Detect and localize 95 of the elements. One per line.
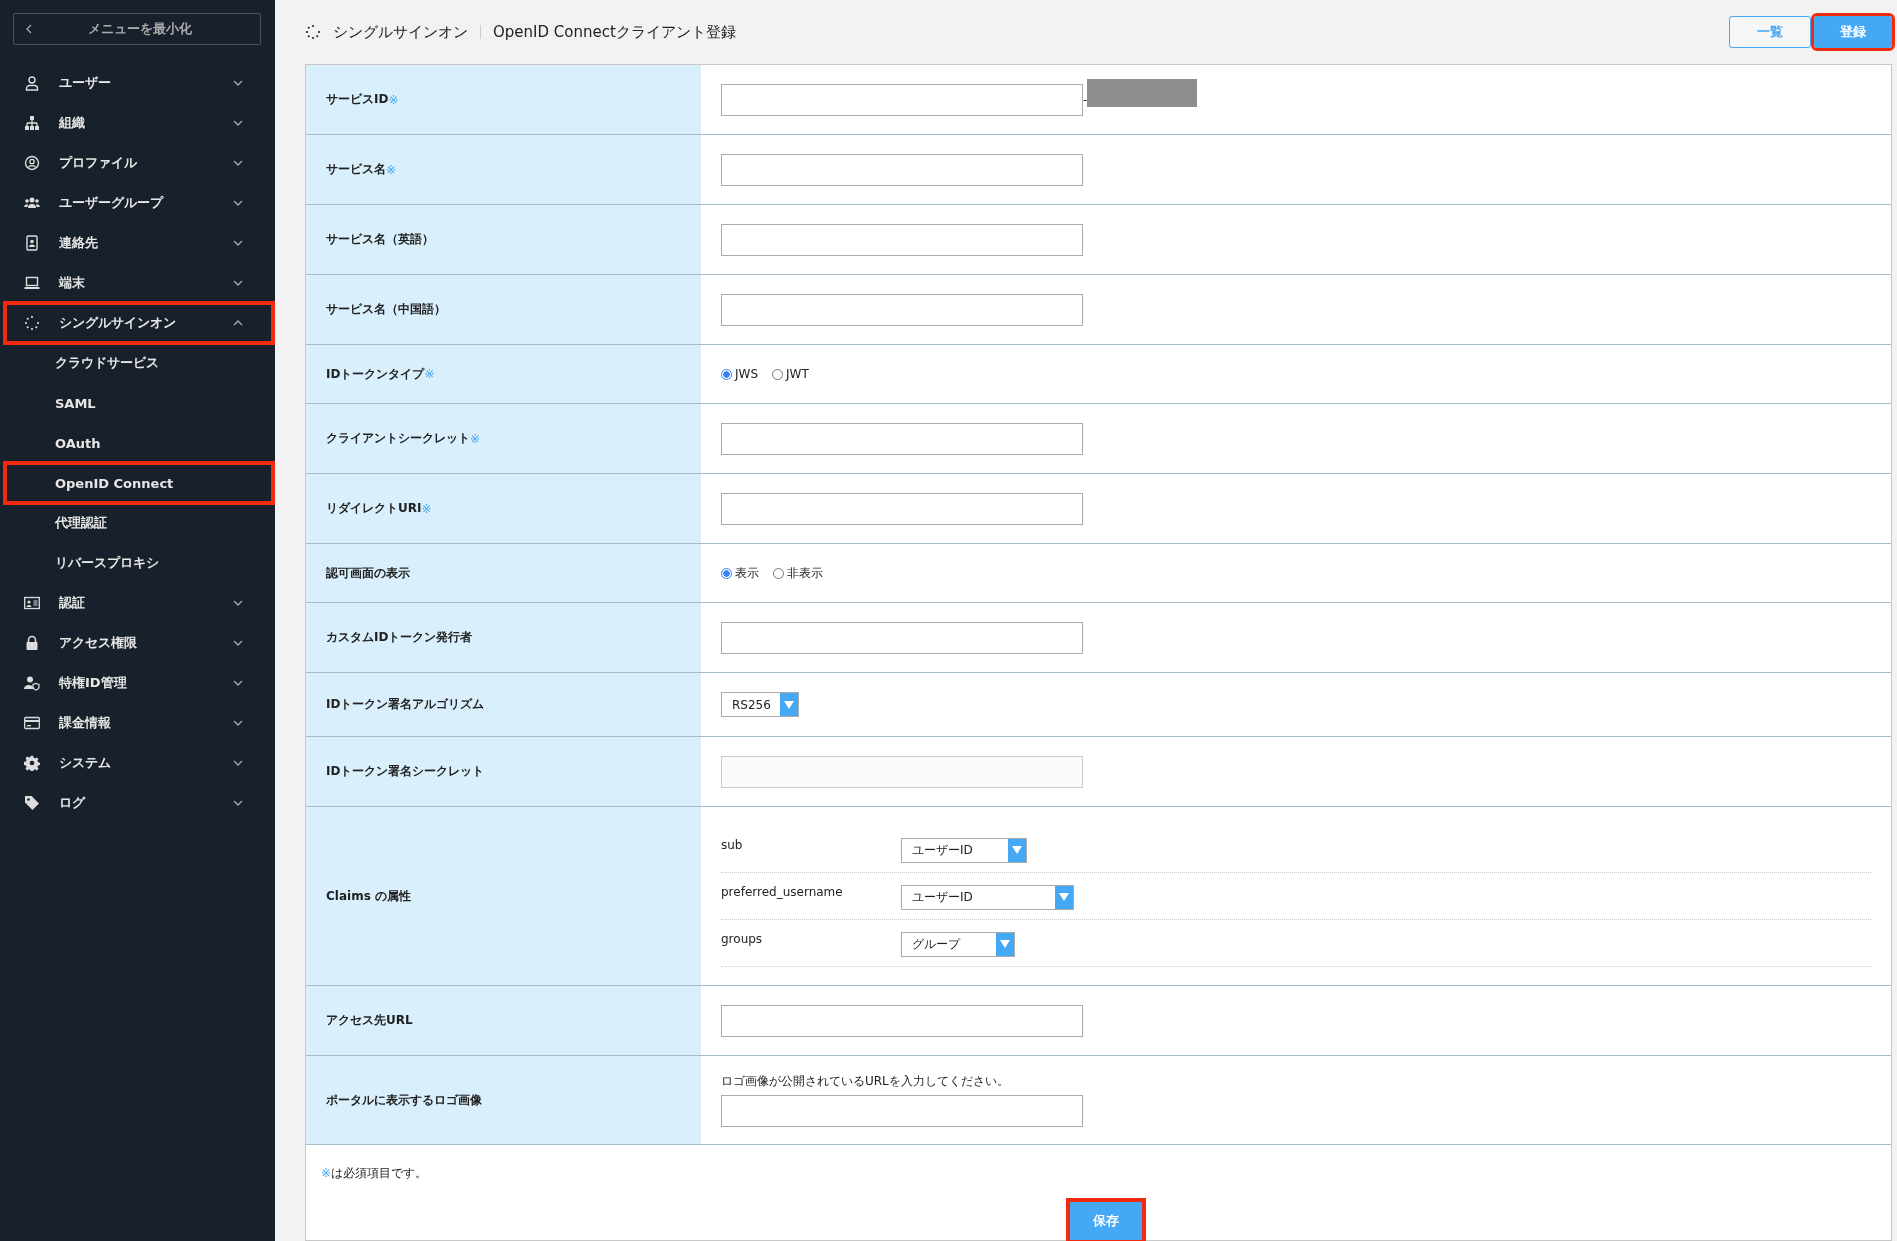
input-field[interactable]: [721, 153, 1083, 186]
field-label: サービス名（英語）: [306, 205, 701, 274]
chevron-left-icon: [26, 24, 32, 34]
input-field[interactable]: [721, 223, 1083, 256]
laptop-icon: [24, 275, 40, 291]
input-field[interactable]: [721, 293, 1083, 326]
user-icon: [24, 75, 40, 91]
chevron-down-icon: [233, 600, 243, 606]
field-label: IDトークン署名アルゴリズム: [306, 673, 701, 736]
chevron-down-icon: [233, 720, 243, 726]
chevron-down-icon: [233, 80, 243, 86]
users-icon: [24, 195, 40, 211]
breadcrumb-item: OpenID Connectクライアント登録: [493, 22, 736, 42]
tag-icon: [24, 795, 40, 811]
nav-item[interactable]: アクセス権限: [5, 623, 273, 663]
nav-item[interactable]: プロファイル: [5, 143, 273, 183]
field-label: IDトークンタイプ※: [306, 345, 701, 403]
dots-circle-icon: [24, 315, 40, 331]
field-label: クライアントシークレット※: [306, 404, 701, 473]
id-card-icon: [24, 595, 40, 611]
radio-option[interactable]: JWT: [772, 367, 809, 381]
chevron-down-icon: [233, 800, 243, 806]
settings-icon: [24, 755, 40, 771]
user-shield-icon: [24, 675, 40, 691]
radio-icon[interactable]: [721, 368, 732, 380]
field-label: カスタムIDトークン発行者: [306, 603, 701, 672]
chevron-down-icon: [233, 280, 243, 286]
nav-item[interactable]: ログ: [5, 783, 273, 823]
nav-subitem[interactable]: 代理認証: [5, 503, 273, 543]
nav-item[interactable]: システム: [5, 743, 273, 783]
credit-card-icon: [24, 715, 40, 731]
field-label: リダイレクトURI※: [306, 474, 701, 543]
chevron-down-icon: [233, 120, 243, 126]
chevron-up-icon: [233, 320, 243, 326]
input-field[interactable]: [721, 492, 1083, 525]
radio-icon[interactable]: [773, 567, 784, 579]
nav-subitem[interactable]: クラウドサービス: [5, 343, 273, 383]
chevron-down-icon: [233, 680, 243, 686]
select-field[interactable]: ユーザーID: [901, 884, 1074, 910]
nav-item[interactable]: 端末: [5, 263, 273, 303]
claim-name: sub: [721, 837, 744, 852]
radio-icon[interactable]: [721, 567, 732, 579]
field-label: 認可画面の表示: [306, 544, 701, 602]
nav-item[interactable]: ユーザー: [5, 63, 273, 103]
input-field[interactable]: [721, 1004, 1083, 1037]
field-label: Claims の属性: [306, 807, 701, 985]
nav-item[interactable]: 組織: [5, 103, 273, 143]
radio-option[interactable]: JWS: [721, 367, 759, 381]
nav-subitem[interactable]: SAML: [5, 383, 273, 423]
dropdown-arrow-icon: [784, 700, 794, 709]
claim-name: groups: [721, 931, 764, 946]
nav-item[interactable]: 認証: [5, 583, 273, 623]
chevron-down-icon: [233, 200, 243, 206]
lock-icon: [24, 635, 40, 651]
chevron-down-icon: [233, 760, 243, 766]
select-field[interactable]: グループ: [901, 931, 1015, 957]
field-label: サービスID※: [306, 65, 701, 134]
field-label: サービス名※: [306, 135, 701, 204]
nav-subitem[interactable]: リバースプロキシ: [5, 543, 273, 583]
required-note: ※は必須項目です。: [321, 1165, 429, 1182]
input-field[interactable]: [721, 83, 1083, 116]
nav-item[interactable]: ユーザーグループ: [5, 183, 273, 223]
dropdown-arrow-icon: [1059, 893, 1069, 901]
radio-option[interactable]: 表示: [721, 564, 759, 582]
chevron-down-icon: [233, 160, 243, 166]
nav-item[interactable]: 連絡先: [5, 223, 273, 263]
claim-name: preferred_username: [721, 884, 844, 899]
select-field[interactable]: RS256: [721, 692, 799, 717]
field-label: サービス名（中国語）: [306, 275, 701, 344]
select-field[interactable]: ユーザーID: [901, 837, 1027, 863]
separator-text: -: [1083, 92, 1088, 107]
radio-option[interactable]: 非表示: [773, 564, 823, 582]
chevron-down-icon: [233, 640, 243, 646]
input-field[interactable]: [721, 621, 1083, 654]
nav-item[interactable]: 特権ID管理: [5, 663, 273, 703]
dots-circle-icon: [305, 24, 321, 40]
nav-subitem[interactable]: OAuth: [5, 423, 273, 463]
field-label: IDトークン署名シークレット: [306, 737, 701, 806]
field-label: ポータルに表示するロゴ画像: [306, 1056, 701, 1144]
contact-book-icon: [24, 235, 40, 251]
user-circle-icon: [24, 155, 40, 171]
org-chart-icon: [24, 115, 40, 131]
input-field[interactable]: [721, 1095, 1083, 1127]
nav-item[interactable]: 課金情報: [5, 703, 273, 743]
nav-item[interactable]: シングルサインオン: [5, 303, 273, 343]
hint-text: ロゴ画像が公開されているURLを入力してください。: [721, 1073, 1010, 1090]
nav-subitem[interactable]: OpenID Connect: [5, 463, 273, 503]
collapse-menu-button[interactable]: メニューを最小化: [13, 13, 261, 45]
dropdown-arrow-icon: [1000, 940, 1010, 948]
breadcrumb-item: シングルサインオン: [333, 22, 468, 42]
chevron-down-icon: [233, 240, 243, 246]
dropdown-arrow-icon: [1012, 846, 1022, 854]
field-label: アクセス先URL: [306, 986, 701, 1055]
input-field[interactable]: [721, 422, 1083, 455]
radio-icon[interactable]: [772, 368, 784, 380]
